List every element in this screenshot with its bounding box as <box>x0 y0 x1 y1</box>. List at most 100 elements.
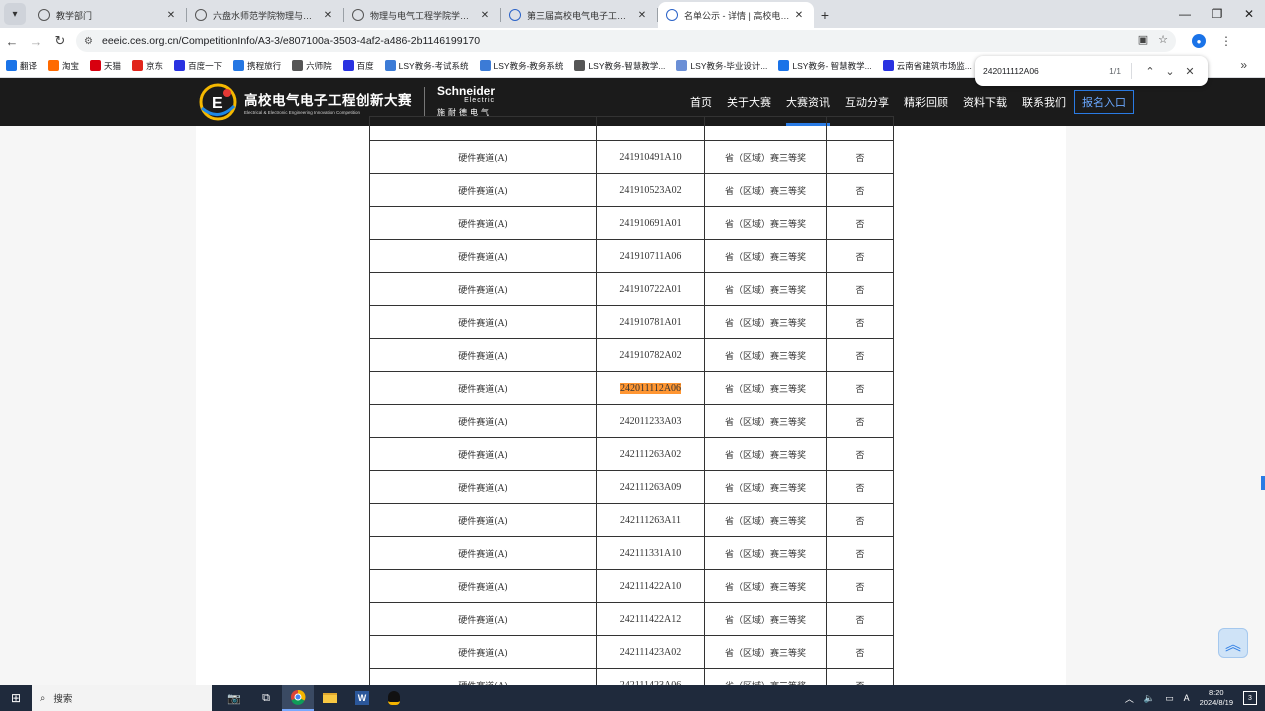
bookmark-item[interactable]: 携程旅行 <box>233 60 281 72</box>
browser-tab[interactable]: 物理与电气工程学院学生在第十✕ <box>344 2 500 28</box>
track-cell: 硬件赛道(A) <box>369 338 597 372</box>
award-cell: 省（区域）赛三等奖 <box>704 272 827 306</box>
bookmark-item[interactable]: LSY教务-教务系统 <box>479 60 563 72</box>
tray-expand-icon[interactable]: ︿ <box>1125 692 1134 705</box>
system-tray: ︿ 🔈 ▭ A 8:20 2024/8/19 3 <box>1125 685 1257 711</box>
cell-text: 否 <box>855 218 865 229</box>
bookmark-item[interactable]: 天猫 <box>90 60 121 72</box>
table-row: 硬件赛道(A) 241910782A02 省（区域）赛三等奖 否 <box>369 338 894 372</box>
team-id-cell: 242111263A09 <box>596 470 705 504</box>
bookmark-item[interactable]: LSY教务-考试系统 <box>384 60 469 72</box>
team-id-cell: 241910491A10 <box>596 140 705 174</box>
chrome-app-icon[interactable] <box>282 685 314 711</box>
windows-start-icon[interactable]: ⊞ <box>0 691 32 705</box>
reload-icon[interactable]: ↻ <box>48 29 72 53</box>
minimize-button[interactable]: — <box>1169 0 1201 28</box>
word-app-icon[interactable]: W <box>346 685 378 711</box>
scroll-to-top-icon[interactable]: ︽ <box>1218 628 1248 658</box>
track-cell: 硬件赛道(A) <box>369 173 597 207</box>
cell-text: 硬件赛道(A) <box>458 252 508 263</box>
scrollbar-thumb[interactable] <box>1261 476 1265 490</box>
bookmark-label: 携程旅行 <box>247 60 282 71</box>
tab-close-icon[interactable]: ✕ <box>478 10 492 21</box>
back-icon[interactable]: ← <box>0 29 24 53</box>
award-cell: 省（区域）赛三等奖 <box>704 239 827 273</box>
tab-close-icon[interactable]: ✕ <box>321 10 335 21</box>
track-cell: 硬件赛道(A) <box>369 239 597 273</box>
cell-text: 省（区域）赛三等奖 <box>724 548 806 559</box>
bookmark-item[interactable]: 百度一下 <box>174 60 222 72</box>
tab-search-icon[interactable]: ▾ <box>4 3 26 25</box>
browser-tab[interactable]: 第三届高校电气电子工程创新大✕ <box>501 2 657 28</box>
qq-app-icon[interactable] <box>378 685 410 711</box>
team-id-cell: 242111263A02 <box>596 437 705 471</box>
more-bookmarks-icon[interactable]: » <box>1240 58 1247 72</box>
bookmark-favicon-icon <box>479 60 491 71</box>
cell-text: 242111423A02 <box>619 646 682 658</box>
restore-button[interactable]: ❐ <box>1201 0 1233 28</box>
cell-text: 硬件赛道(A) <box>458 219 508 230</box>
browser-menu-icon[interactable]: ⋮ <box>1220 34 1232 48</box>
bookmark-item[interactable]: 百度 <box>342 60 374 72</box>
table-row: 硬件赛道(A) 241910691A01 省（区域）赛三等奖 否 <box>369 206 894 240</box>
bookmark-item[interactable]: LSY教务-智慧教学... <box>574 60 665 72</box>
network-icon[interactable]: ▭ <box>1165 693 1174 704</box>
find-close-icon[interactable]: ✕ <box>1180 65 1200 78</box>
input-language[interactable]: A <box>1184 693 1190 703</box>
task-view-icon[interactable]: ⧉ <box>250 685 282 711</box>
track-cell: 硬件赛道(A) <box>369 404 597 438</box>
bookmark-favicon-icon <box>384 60 396 71</box>
cell-text: 硬件赛道(A) <box>458 318 508 329</box>
camera-app-icon[interactable]: 📷 <box>218 685 250 711</box>
find-match-count: 1/1 <box>1109 66 1121 76</box>
cell-text: 否 <box>855 416 865 427</box>
site-info-icon[interactable]: ⚙ <box>84 36 96 47</box>
find-input[interactable]: 242011112A06 <box>983 66 1109 76</box>
bookmark-item[interactable]: 京东 <box>132 60 163 72</box>
tab-favicon-icon <box>38 9 50 21</box>
bookmark-item[interactable]: LSY教务-毕业设计... <box>676 60 767 72</box>
browser-tab[interactable]: 名单公示 - 详情 | 高校电气电子✕ <box>658 2 814 28</box>
browser-tab[interactable]: 六盘水师范学院物理与电气工程✕ <box>187 2 343 28</box>
forward-icon[interactable]: → <box>24 29 48 53</box>
tab-close-icon[interactable]: ✕ <box>792 10 806 21</box>
new-tab-button[interactable]: + <box>814 4 836 26</box>
cell-text: 否 <box>855 647 865 658</box>
taskbar-search[interactable]: ⌕ 搜索 <box>32 685 212 711</box>
cell-text: 242111331A10 <box>619 547 682 559</box>
cell-text: 242111422A10 <box>619 580 682 592</box>
signup-button[interactable]: 报名入口 <box>1074 90 1134 114</box>
file-explorer-icon[interactable] <box>314 685 346 711</box>
award-cell: 省（区域）赛三等奖 <box>704 470 827 504</box>
close-window-button[interactable]: ✕ <box>1233 0 1265 28</box>
bookmark-item[interactable]: 云南省建筑市场监... <box>882 60 972 72</box>
cell-text: 省（区域）赛三等奖 <box>724 515 806 526</box>
volume-icon[interactable]: 🔈 <box>1144 693 1155 704</box>
team-id-cell: 242111423A02 <box>596 635 705 669</box>
table-row: 硬件赛道(A) 241910711A06 省（区域）赛三等奖 否 <box>369 239 894 273</box>
cell-text: 硬件赛道(A) <box>458 384 508 395</box>
reader-mode-icon[interactable]: ▣ <box>1138 33 1148 46</box>
clock[interactable]: 8:20 2024/8/19 <box>1200 688 1233 708</box>
bookmark-star-icon[interactable]: ☆ <box>1158 33 1168 46</box>
cell-text: 省（区域）赛三等奖 <box>724 317 806 328</box>
notification-center-icon[interactable]: 3 <box>1243 691 1257 705</box>
bookmark-item[interactable]: 淘宝 <box>48 60 79 72</box>
bookmark-item[interactable]: 六师院 <box>292 60 332 72</box>
bookmark-favicon-icon <box>6 60 17 71</box>
profile-avatar-icon[interactable]: ● <box>1192 34 1206 48</box>
cell-text: 241910491A10 <box>619 151 682 163</box>
cell-text: 241910691A01 <box>619 217 682 229</box>
find-previous-icon[interactable]: ⌃ <box>1140 65 1160 78</box>
award-cell: 省（区域）赛三等奖 <box>704 569 827 603</box>
bookmark-label: 淘宝 <box>62 60 80 71</box>
bookmark-item[interactable]: 翻译 <box>6 60 37 72</box>
address-bar[interactable]: ⚙ eeeic.ces.org.cn/CompetitionInfo/A3-3/… <box>76 30 1176 52</box>
tab-close-icon[interactable]: ✕ <box>164 10 178 21</box>
bookmark-item[interactable]: LSY教务- 智慧教学... <box>778 60 872 72</box>
tab-close-icon[interactable]: ✕ <box>635 10 649 21</box>
nav-item[interactable]: 精彩回顾 <box>904 78 948 126</box>
award-cell: 省（区域）赛三等奖 <box>704 140 827 174</box>
find-next-icon[interactable]: ⌄ <box>1160 65 1180 78</box>
browser-tab[interactable]: 教学部门 ✕ <box>30 2 186 28</box>
